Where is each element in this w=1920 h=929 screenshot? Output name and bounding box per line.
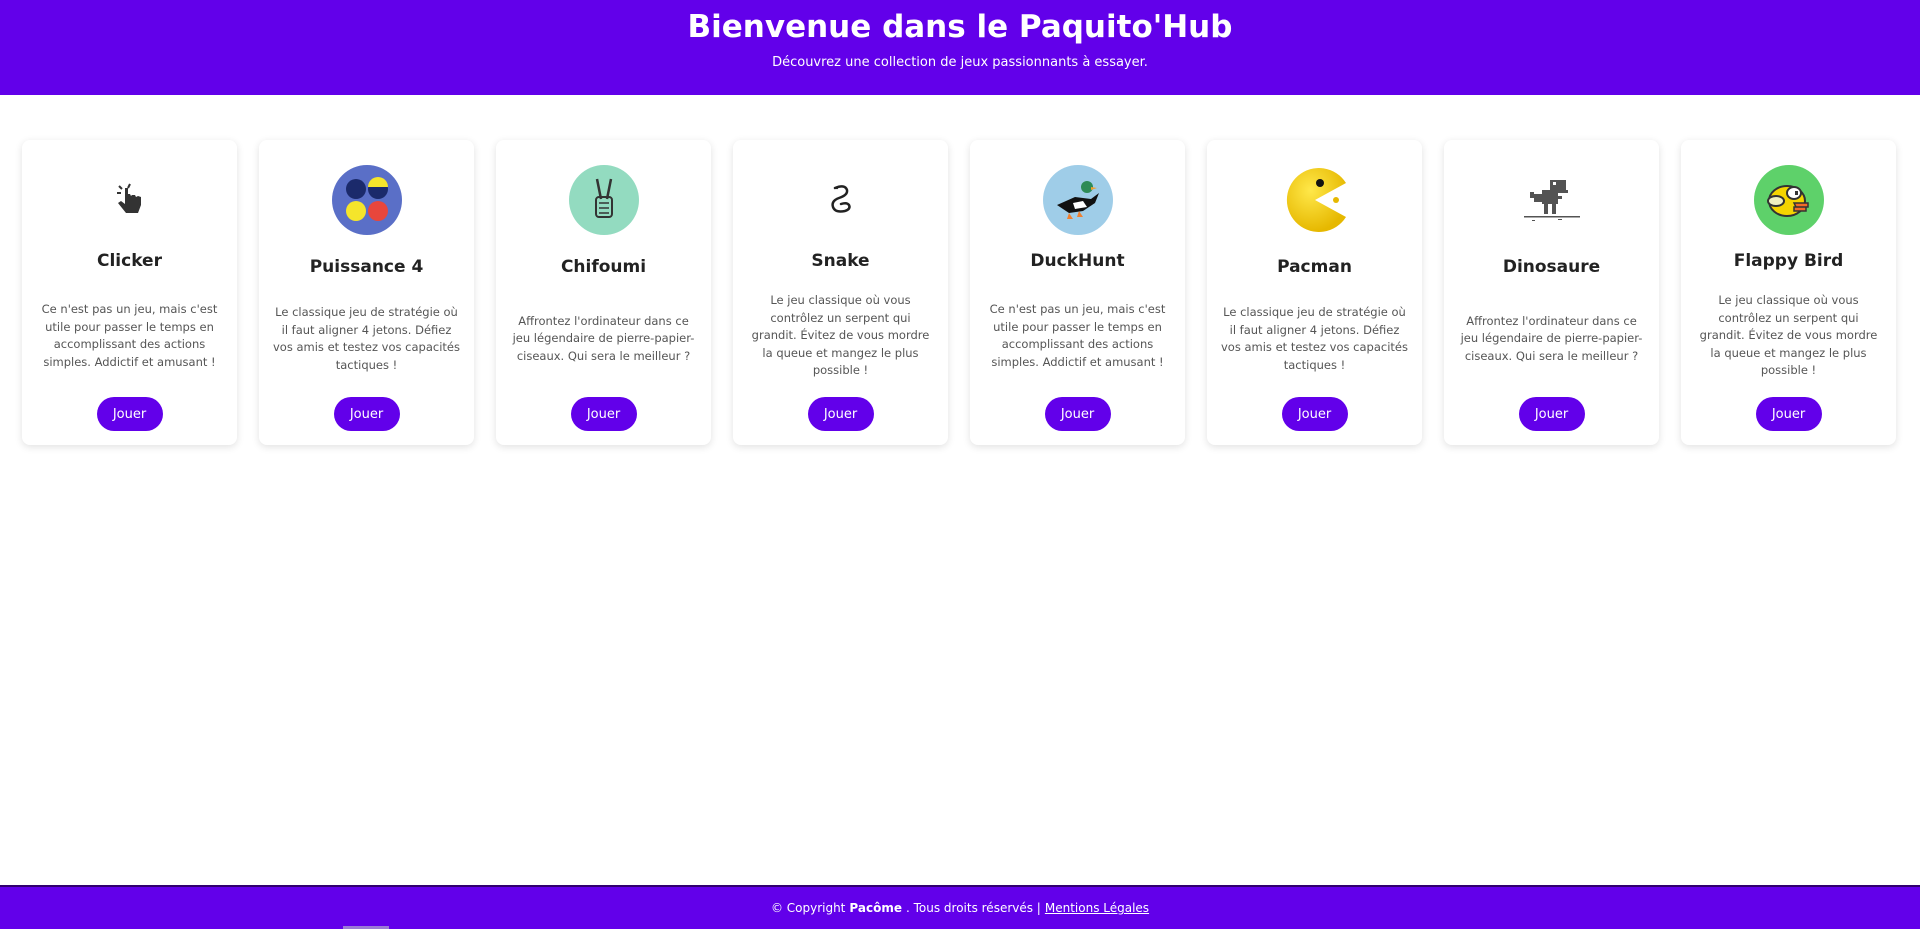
games-grid: Clicker Ce n'est pas un jeu, mais c'est … [22, 140, 1898, 445]
game-card-chifoumi: Chifoumi Affrontez l'ordinateur dans ce … [496, 140, 711, 445]
legal-notice-link[interactable]: Mentions Légales [1045, 901, 1149, 915]
pacman-icon [1280, 165, 1350, 235]
pointer-hand-icon [95, 165, 165, 235]
flappy-bird-icon [1753, 165, 1824, 235]
game-title: Snake [811, 251, 870, 271]
play-button-clicker[interactable]: Jouer [96, 397, 163, 431]
game-title: Clicker [97, 251, 162, 271]
game-title: Pacman [1277, 257, 1352, 277]
game-title: DuckHunt [1030, 251, 1125, 271]
dinosaur-icon [1517, 165, 1587, 235]
game-description: Le classique jeu de stratégie où il faut… [1221, 305, 1408, 372]
page-subtitle: Découvrez une collection de jeux passion… [772, 55, 1148, 70]
game-card-pacman: Pacman Le classique jeu de stratégie où … [1207, 140, 1422, 445]
copyright-text: © Copyright [770, 901, 846, 915]
game-description: Affrontez l'ordinateur dans ce jeu légen… [1460, 313, 1643, 363]
game-description: Le jeu classique où vous contrôlez un se… [751, 293, 930, 378]
game-description: Le jeu classique où vous contrôlez un se… [1699, 293, 1878, 378]
play-button-flappy-bird[interactable]: Jouer [1755, 397, 1822, 431]
site-header: Bienvenue dans le Paquito'Hub Découvrez … [0, 0, 1920, 95]
game-title: Flappy Bird [1733, 251, 1844, 271]
rights-text: . Tous droits réservés | [905, 901, 1041, 915]
game-card-duckhunt: DuckHunt Ce n'est pas un jeu, mais c'est… [970, 140, 1185, 445]
game-title: Dinosaure [1502, 257, 1601, 277]
play-button-puissance-4[interactable]: Jouer [333, 397, 400, 431]
game-card-dinosaure: Dinosaure Affrontez l'ordinateur dans ce… [1444, 140, 1659, 445]
game-card-flappy-bird: Flappy Bird Le jeu classique où vous con… [1681, 140, 1896, 445]
author-name: Pacôme [849, 901, 902, 915]
play-button-duckhunt[interactable]: Jouer [1044, 397, 1111, 431]
snake-icon [806, 165, 876, 235]
page-title: Bienvenue dans le Paquito'Hub [687, 9, 1233, 45]
game-title: Chifoumi [560, 257, 647, 277]
duck-icon [1042, 165, 1113, 235]
play-button-dinosaure[interactable]: Jouer [1518, 397, 1585, 431]
game-card-snake: Snake Le jeu classique où vous contrôlez… [733, 140, 948, 445]
game-description: Ce n'est pas un jeu, mais c'est utile po… [41, 302, 218, 369]
play-button-pacman[interactable]: Jouer [1281, 397, 1348, 431]
rock-paper-scissors-icon [568, 165, 639, 235]
game-card-puissance-4: Puissance 4 Le classique jeu de stratégi… [259, 140, 474, 445]
connect-four-icon [331, 165, 402, 235]
game-description: Affrontez l'ordinateur dans ce jeu légen… [512, 313, 695, 363]
play-button-snake[interactable]: Jouer [807, 397, 874, 431]
site-footer: © Copyright Pacôme . Tous droits réservé… [0, 885, 1920, 929]
game-title: Puissance 4 [309, 257, 424, 277]
game-description: Le classique jeu de stratégie où il faut… [273, 305, 460, 372]
play-button-chifoumi[interactable]: Jouer [570, 397, 637, 431]
game-description: Ce n'est pas un jeu, mais c'est utile po… [989, 302, 1166, 369]
game-card-clicker: Clicker Ce n'est pas un jeu, mais c'est … [22, 140, 237, 445]
